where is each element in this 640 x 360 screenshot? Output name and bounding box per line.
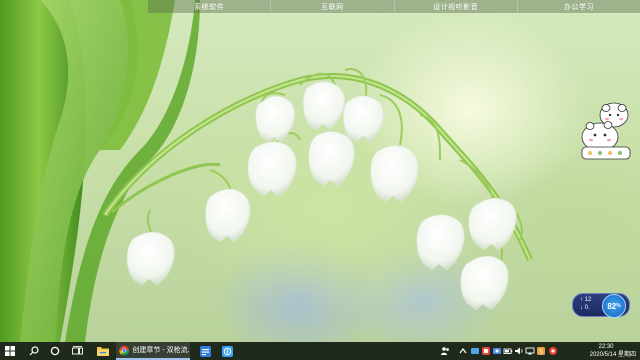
desktop-fence-bar: 系统软件 互联网 设计视听影音 办公学习	[148, 0, 640, 13]
people-icon[interactable]	[440, 346, 450, 356]
fence-tab-system[interactable]: 系统软件	[148, 0, 272, 13]
blue-app-icon	[199, 345, 211, 357]
memory-usage-unit: %	[616, 303, 621, 309]
taskbar-app-blue[interactable]	[196, 342, 214, 360]
folder-icon	[97, 347, 109, 356]
clock-time: 22:30	[598, 344, 614, 350]
taskbar: 创建章节 - 双枪流... S 22:30 2020/5/14 星期四	[0, 342, 640, 360]
upload-speed: ↑ 12	[580, 297, 592, 303]
cartoon-sticker-widget[interactable]	[576, 99, 636, 161]
memory-usage-value: 82	[607, 301, 617, 311]
search-icon	[29, 346, 39, 356]
svg-text:S: S	[539, 349, 543, 356]
security-shield-icon[interactable]	[481, 346, 491, 356]
onedrive-icon[interactable]	[470, 346, 480, 356]
start-button[interactable]	[0, 342, 20, 360]
cartoon-bears-icon	[581, 102, 631, 160]
antivirus-icon[interactable]	[548, 346, 558, 356]
clock-date: 2020/5/14 星期四	[589, 352, 636, 358]
show-hidden-icons-chevron-icon[interactable]	[458, 346, 468, 356]
taskbar-app-file-explorer[interactable]	[94, 342, 112, 360]
chrome-icon	[119, 345, 130, 355]
compass-icon	[221, 345, 233, 357]
fence-tab-office[interactable]: 办公学习	[518, 0, 640, 13]
task-view-button[interactable]	[68, 342, 86, 360]
windows-logo-icon	[5, 346, 15, 356]
input-method-icon[interactable]: S	[536, 346, 546, 356]
memory-usage-gauge: 82%	[602, 294, 626, 318]
cortana-circle-icon	[50, 346, 60, 356]
fence-tab-internet[interactable]: 互联网	[271, 0, 395, 13]
battery-icon[interactable]	[503, 346, 513, 356]
wallpaper-art	[0, 0, 533, 342]
cloud-sync-icon[interactable]	[492, 346, 502, 356]
network-speed-widget[interactable]: ↑ 12 ↓ 0. 82%	[572, 293, 630, 318]
network-wired-icon[interactable]	[525, 346, 535, 356]
speaker-volume-icon[interactable]	[514, 346, 524, 356]
taskbar-app-compass[interactable]	[218, 342, 236, 360]
cortana-button[interactable]	[46, 342, 64, 360]
taskbar-app-chrome[interactable]: 创建章节 - 双枪流...	[116, 342, 190, 360]
fence-tab-media[interactable]: 设计视听影音	[395, 0, 518, 13]
download-speed: ↓ 0.	[580, 305, 590, 311]
system-clock[interactable]: 22:30 2020/5/14 星期四	[576, 343, 636, 359]
search-button[interactable]	[25, 342, 43, 360]
chrome-window-title: 创建章节 - 双枪流...	[132, 347, 190, 354]
task-view-icon	[71, 346, 83, 355]
desktop-wallpaper	[0, 0, 640, 342]
